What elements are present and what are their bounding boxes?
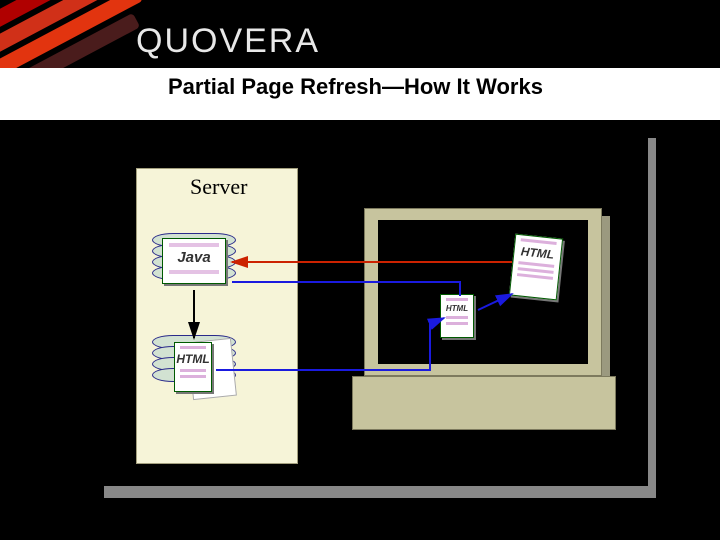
client-html-doc: HTML [509, 234, 563, 301]
page-title: Partial Page Refresh—How It Works [168, 74, 543, 100]
title-bar: Partial Page Refresh—How It Works [0, 68, 720, 120]
partial-html-doc: HTML [440, 294, 474, 338]
server-label: Server [190, 174, 247, 200]
logo-area: QUOVERA [0, 0, 720, 66]
laptop-base [352, 376, 616, 430]
server-html-doc: HTML [174, 342, 212, 392]
java-card: Java [162, 238, 226, 284]
java-card-label: Java [163, 249, 225, 266]
partial-html-doc-label: HTML [441, 304, 473, 313]
server-panel [136, 168, 298, 464]
server-html-doc-label: HTML [175, 352, 211, 366]
client-html-doc-label: HTML [514, 244, 561, 263]
brand-wordmark: QUOVERA [136, 22, 320, 61]
